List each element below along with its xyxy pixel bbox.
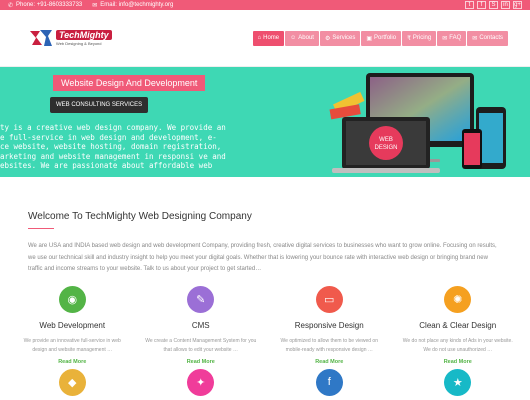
services-row-2: ◆ ✦ f ★ <box>0 368 530 396</box>
service-card-clean-design: ✺ Clean & Clear Design We do not place a… <box>394 285 523 365</box>
comments-icon: ✉ <box>442 35 448 42</box>
nav-label: Portfolio <box>374 35 397 41</box>
skype-icon[interactable]: S <box>489 1 498 9</box>
nav-contacts[interactable]: ✉ Contacts <box>467 30 508 46</box>
logo[interactable]: TechMighty Web Designing & Beyond <box>28 28 112 48</box>
service-desc: We create a Content Management System fo… <box>145 337 257 353</box>
service-desc: We optimized to allow them to be viewed … <box>280 337 378 353</box>
service-title: Clean & Clear Design <box>419 320 497 330</box>
email-text[interactable]: Email: info@techmighty.org <box>100 2 173 8</box>
hero-banner: Website Design And Development WEB CONSU… <box>0 67 530 177</box>
main-nav: ⌂ Home ☺ About ⚙ Services ▣ Portfolio ₹ Prici… <box>252 30 508 46</box>
user-icon: ☺ <box>290 35 297 41</box>
lightbulb-icon: ✺ <box>444 285 472 313</box>
envelope-icon: ✉ <box>472 35 478 42</box>
camera-icon: ▣ <box>366 35 373 42</box>
phone-illustration <box>462 129 482 169</box>
read-more-link[interactable]: Read More <box>8 359 137 365</box>
read-more-link[interactable]: Read More <box>137 359 266 365</box>
nav-label: Services <box>332 35 356 41</box>
logo-name: TechMighty <box>56 30 112 40</box>
phone-text: Phone: +91-8603333733 <box>16 2 83 8</box>
hero-line: ce website, website hosting, domain regi… <box>0 142 222 151</box>
service-desc: We do not place any kinds of Ads in your… <box>402 337 513 353</box>
nav-label: Home <box>263 35 280 41</box>
services-row: ◉ Web Development We provide an innovati… <box>0 285 530 365</box>
star-icon: ★ <box>444 368 472 396</box>
edit-icon: ✎ <box>187 285 215 313</box>
cart-icon: ◆ <box>58 368 86 396</box>
site-header: TechMighty Web Designing & Beyond ⌂ Home … <box>0 10 530 67</box>
envelope-icon: ✉ <box>92 2 98 9</box>
service-card-web-development: ◉ Web Development We provide an innovati… <box>8 285 137 365</box>
read-more-link[interactable]: Read More <box>265 359 394 365</box>
hero-line: e full-service in web design and develop… <box>0 132 217 142</box>
web-consulting-button[interactable]: WEB CONSULTING SERVICES <box>50 97 149 113</box>
nav-label: About <box>298 35 314 41</box>
linkedin-icon[interactable]: in <box>501 1 510 9</box>
nav-faq[interactable]: ✉ FAQ <box>437 30 467 46</box>
globe-icon: ◉ <box>58 285 86 313</box>
nav-label: FAQ <box>449 35 462 41</box>
service-card-cms: ✎ CMS We create a Content Management Sys… <box>137 285 266 365</box>
email-contact[interactable]: ✉ Email: info@techmighty.org <box>92 2 173 9</box>
nav-about[interactable]: ☺ About <box>285 30 319 46</box>
logo-tagline: Web Designing & Beyond <box>56 41 102 46</box>
rupee-icon: ₹ <box>407 35 411 42</box>
facebook-icon: f <box>315 368 343 396</box>
devices-illustration: WEB DESIGN <box>329 73 506 173</box>
service-title: Responsive Design <box>294 320 364 330</box>
nav-pricing[interactable]: ₹ Pricing <box>402 30 437 46</box>
social-links: t f S in g+ <box>465 1 522 9</box>
hero-line: ty is a creative web design company. We … <box>0 123 226 132</box>
phone-icon: ✆ <box>8 2 14 9</box>
phone-contact: ✆ Phone: +91-8603333733 <box>8 2 82 9</box>
gear-icon: ⚙ <box>324 35 331 42</box>
nav-label: Pricing <box>412 35 432 41</box>
facebook-icon[interactable]: f <box>477 1 486 9</box>
home-icon: ⌂ <box>257 35 262 41</box>
svg-text:WEB: WEB <box>379 137 393 143</box>
twitter-icon[interactable]: t <box>465 1 474 9</box>
welcome-paragraph: We are USA and INDIA based web design an… <box>28 243 497 272</box>
service-card-responsive-design: ▭ Responsive Design We optimized to allo… <box>265 285 394 365</box>
share-icon: ✦ <box>187 368 215 396</box>
welcome-heading: Welcome To TechMighty Web Designing Comp… <box>28 211 252 222</box>
read-more-link[interactable]: Read More <box>394 359 523 365</box>
top-bar: ✆ Phone: +91-8603333733 ✉ Email: info@te… <box>0 0 530 10</box>
hero-description: ty is a creative web design company. We … <box>0 123 230 171</box>
hero-title: Website Design And Development <box>53 75 206 91</box>
service-title: CMS <box>191 320 210 330</box>
laptop-illustration: WEB DESIGN <box>332 117 440 173</box>
monitor-icon: ▭ <box>315 285 343 313</box>
nav-portfolio[interactable]: ▣ Portfolio <box>361 30 402 46</box>
hero-line: ebsites. We are passionate about afforda… <box>0 161 213 170</box>
logo-mark-icon <box>30 30 52 46</box>
nav-label: Contacts <box>479 35 503 41</box>
heading-underline <box>28 228 54 229</box>
service-desc: We provide an innovative full-service in… <box>23 337 121 353</box>
nav-services[interactable]: ⚙ Services <box>319 30 361 46</box>
svg-text:DESIGN: DESIGN <box>374 145 397 151</box>
google-plus-icon[interactable]: g+ <box>513 1 522 9</box>
service-title: Web Development <box>39 320 106 330</box>
palette-illustration <box>329 91 365 120</box>
nav-home[interactable]: ⌂ Home <box>252 30 285 46</box>
hero-line: arketing and website management in respo… <box>0 151 226 161</box>
